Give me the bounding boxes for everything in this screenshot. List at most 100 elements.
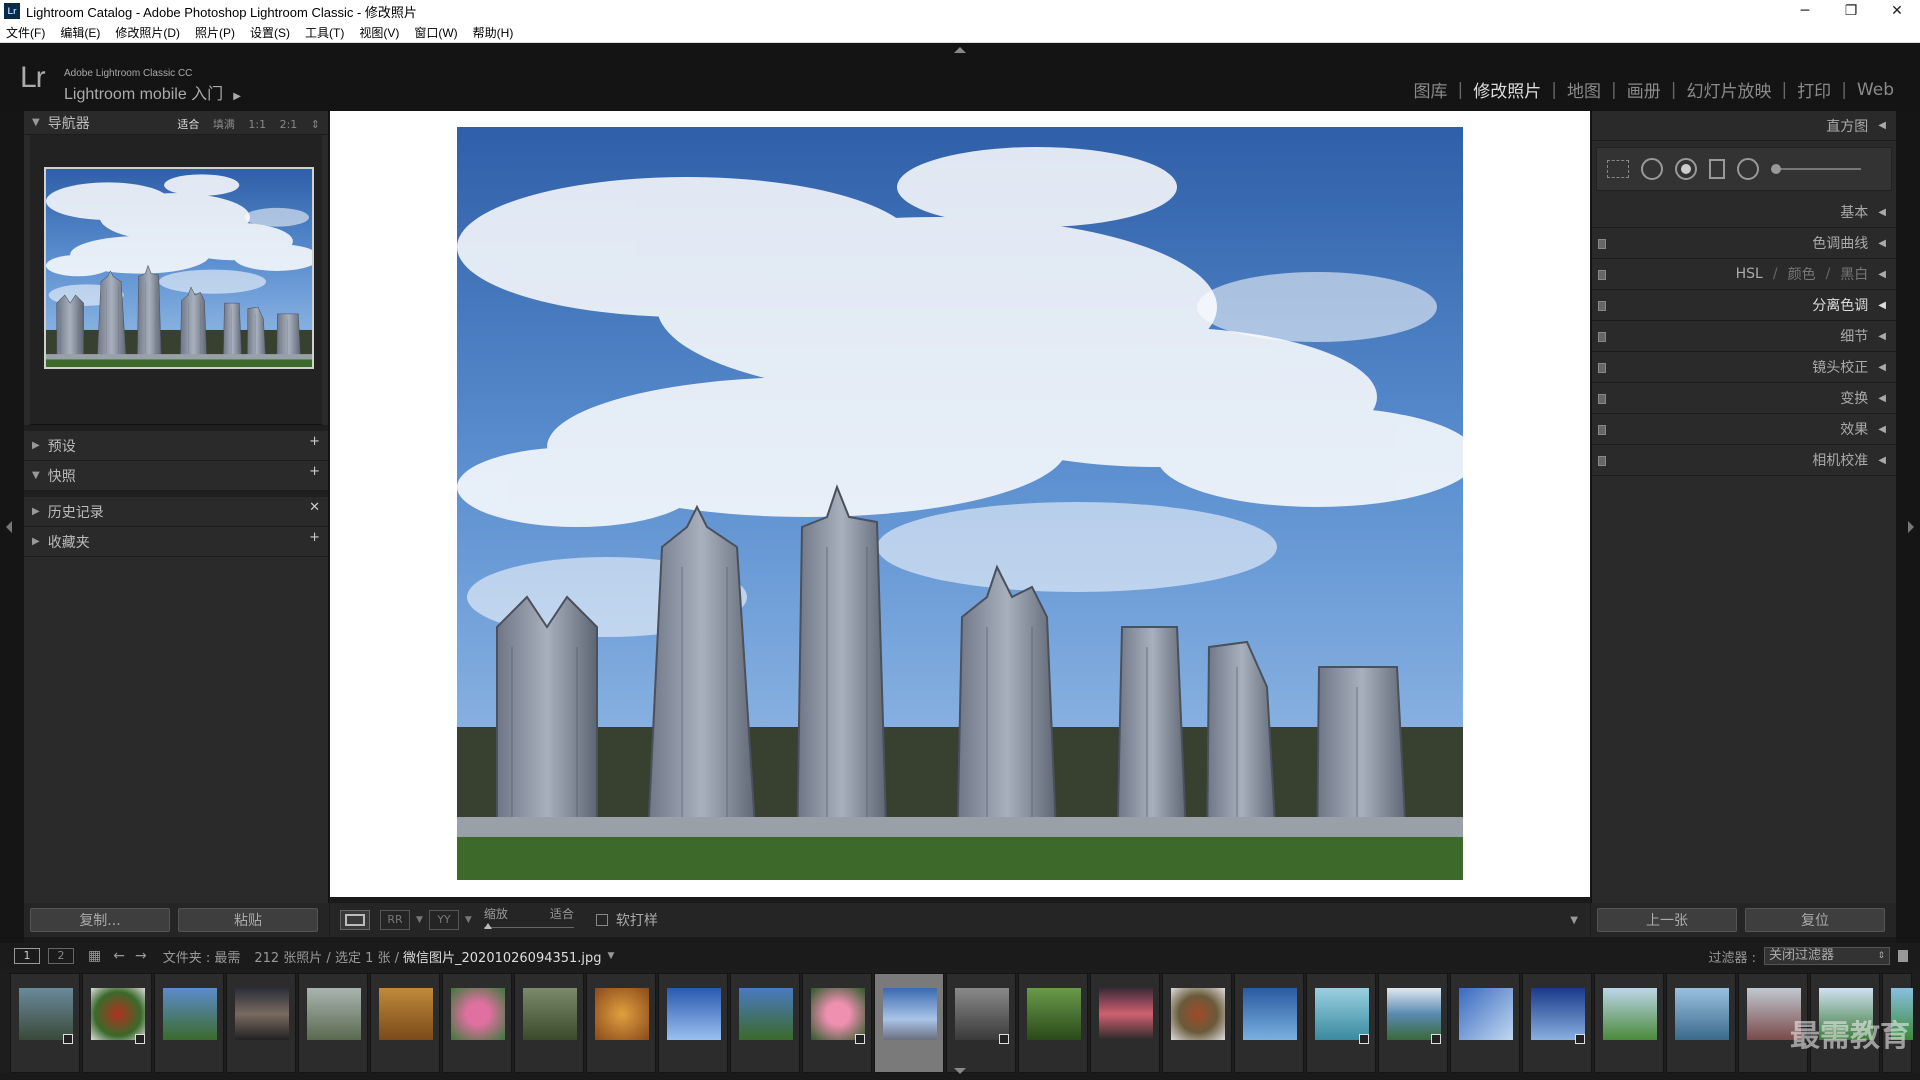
menu-file[interactable]: 文件(F) <box>6 24 45 41</box>
menu-edit[interactable]: 编辑(E) <box>60 24 100 41</box>
identity-line2[interactable]: Lightroom mobile 入门 ▶ <box>64 80 241 104</box>
filmstrip-thumbnail[interactable] <box>658 973 728 1073</box>
panel-switch-icon[interactable] <box>1598 456 1606 466</box>
primary-window-button[interactable]: 1 <box>14 948 40 964</box>
paste-button[interactable]: 粘贴 <box>178 908 318 932</box>
zoom-slider-thumb[interactable] <box>483 923 492 929</box>
selected-filename[interactable]: 微信图片_20201026094351.jpg <box>403 947 602 966</box>
zoom-slider-track[interactable] <box>483 927 574 928</box>
filmstrip-thumbnail[interactable] <box>10 973 80 1073</box>
filmstrip-thumbnail[interactable] <box>1522 973 1592 1073</box>
navigator-thumbnail[interactable] <box>44 167 314 369</box>
filmstrip-thumbnail[interactable] <box>1162 973 1232 1073</box>
main-photo[interactable] <box>457 127 1463 880</box>
restore-button[interactable]: ❐ <box>1828 0 1874 22</box>
reset-button[interactable]: 复位 <box>1745 908 1885 932</box>
module-library[interactable]: 图库 <box>1404 77 1458 102</box>
red-eye-tool-icon[interactable] <box>1675 158 1697 180</box>
crop-overlay-tool-icon[interactable] <box>1607 160 1629 178</box>
split-toning-section-header[interactable]: 分离色调 ◀ <box>1592 290 1896 321</box>
effects-section-header[interactable]: 效果 ◀ <box>1592 414 1896 445</box>
copy-button[interactable]: 复制... <box>30 908 170 932</box>
filter-select[interactable]: 关闭过滤器 ⇕ <box>1764 947 1890 965</box>
filmstrip-thumbnail[interactable] <box>370 973 440 1073</box>
filmstrip-thumbnail[interactable] <box>1666 973 1736 1073</box>
navigator-header[interactable]: ▼ 导航器 适合 填满 1:1 2:1 ⇕ <box>24 111 328 135</box>
filmstrip-thumbnail[interactable] <box>154 973 224 1073</box>
clear-history-icon[interactable]: ✕ <box>309 500 320 515</box>
navigator-preview[interactable] <box>30 135 322 425</box>
spot-removal-tool-icon[interactable] <box>1641 158 1663 180</box>
filmstrip-thumbnail[interactable] <box>802 973 872 1073</box>
module-book[interactable]: 画册 <box>1617 77 1671 102</box>
module-map[interactable]: 地图 <box>1557 77 1611 102</box>
left-edge-strip[interactable] <box>0 111 24 971</box>
lens-corrections-section-header[interactable]: 镜头校正 ◀ <box>1592 352 1896 383</box>
history-header[interactable]: ▶ 历史记录 ✕ <box>24 497 328 527</box>
menu-settings[interactable]: 设置(S) <box>250 24 290 41</box>
panel-switch-icon[interactable] <box>1598 270 1606 280</box>
camera-calibration-section-header[interactable]: 相机校准 ◀ <box>1592 445 1896 476</box>
filter-lock-icon[interactable] <box>1898 950 1908 962</box>
filmstrip-thumbnail[interactable] <box>946 973 1016 1073</box>
filmstrip-thumbnail[interactable] <box>442 973 512 1073</box>
panel-switch-icon[interactable] <box>1598 301 1606 311</box>
menu-view[interactable]: 视图(V) <box>359 24 399 41</box>
filmstrip-thumbnail[interactable] <box>1378 973 1448 1073</box>
minimize-button[interactable]: ─ <box>1782 0 1828 22</box>
back-arrow-icon[interactable]: ← <box>113 948 125 964</box>
brush-slider-thumb[interactable] <box>1771 164 1781 174</box>
module-develop[interactable]: 修改照片 <box>1463 77 1551 102</box>
dropdown-arrow-icon[interactable]: ▼ <box>465 915 472 925</box>
grid-view-icon[interactable]: ▦ <box>88 948 101 964</box>
close-button[interactable]: ✕ <box>1874 0 1920 22</box>
menu-develop[interactable]: 修改照片(D) <box>115 24 180 41</box>
before-after-button[interactable]: RR <box>380 910 410 930</box>
zoom-stepper-icon[interactable]: ⇕ <box>311 118 320 131</box>
module-slideshow[interactable]: 幻灯片放映 <box>1676 77 1781 102</box>
source-path[interactable]: 文件夹 : 最需 <box>163 947 241 966</box>
filmstrip-thumbnail[interactable] <box>1090 973 1160 1073</box>
filmstrip-thumbnail[interactable] <box>586 973 656 1073</box>
module-web[interactable]: Web <box>1847 80 1904 100</box>
filmstrip-thumbnail[interactable] <box>1306 973 1376 1073</box>
menu-help[interactable]: 帮助(H) <box>473 24 514 41</box>
module-print[interactable]: 打印 <box>1787 77 1841 102</box>
hsl-tab[interactable]: HSL <box>1736 266 1763 282</box>
zoom-fill[interactable]: 填满 <box>213 118 235 131</box>
main-photo-area[interactable] <box>330 111 1590 897</box>
filmstrip-thumbnail[interactable] <box>298 973 368 1073</box>
menu-window[interactable]: 窗口(W) <box>414 24 457 41</box>
zoom-control[interactable]: 缩放 适合 <box>483 905 574 935</box>
zoom-fit[interactable]: 适合 <box>177 118 199 131</box>
toolbar-content-dropdown-icon[interactable]: ▼ <box>1570 915 1578 926</box>
collapse-top-panel-icon[interactable] <box>954 47 966 53</box>
filmstrip-thumbnail-selected[interactable] <box>874 973 944 1073</box>
color-tab[interactable]: 颜色 <box>1788 264 1816 284</box>
softproof-checkbox[interactable] <box>595 914 608 926</box>
zoom-2-1[interactable]: 2:1 <box>280 118 298 131</box>
filmstrip-thumbnail[interactable] <box>514 973 584 1073</box>
filmstrip-thumbnail[interactable] <box>1450 973 1520 1073</box>
loupe-view-button[interactable] <box>340 910 370 930</box>
collections-header[interactable]: ▶ 收藏夹 + <box>24 527 328 557</box>
expand-left-panel-icon[interactable] <box>6 521 12 533</box>
hsl-section-header[interactable]: HSL / 颜色 / 黑白 ◀ <box>1592 259 1896 290</box>
before-after-split-button[interactable]: YY <box>428 910 459 930</box>
forward-arrow-icon[interactable]: → <box>135 948 147 964</box>
snapshots-header[interactable]: ▼ 快照 + <box>24 461 328 491</box>
zoom-1-1[interactable]: 1:1 <box>248 118 266 131</box>
filmstrip-thumbnail[interactable] <box>82 973 152 1073</box>
panel-switch-icon[interactable] <box>1598 425 1606 435</box>
menu-tools[interactable]: 工具(T) <box>305 24 344 41</box>
dropdown-arrow-icon[interactable]: ▼ <box>416 915 423 925</box>
basic-section-header[interactable]: 基本 ◀ <box>1592 197 1896 228</box>
presets-header[interactable]: ▶ 预设 + <box>24 431 328 461</box>
add-collection-icon[interactable]: + <box>309 530 320 545</box>
filmstrip-thumbnail[interactable] <box>1018 973 1088 1073</box>
panel-switch-icon[interactable] <box>1598 363 1606 373</box>
right-edge-strip[interactable] <box>1896 111 1920 971</box>
filename-dropdown-icon[interactable]: ▼ <box>608 951 615 961</box>
secondary-window-button[interactable]: 2 <box>48 948 74 964</box>
histogram-header[interactable]: 直方图 ◀ <box>1592 111 1896 141</box>
